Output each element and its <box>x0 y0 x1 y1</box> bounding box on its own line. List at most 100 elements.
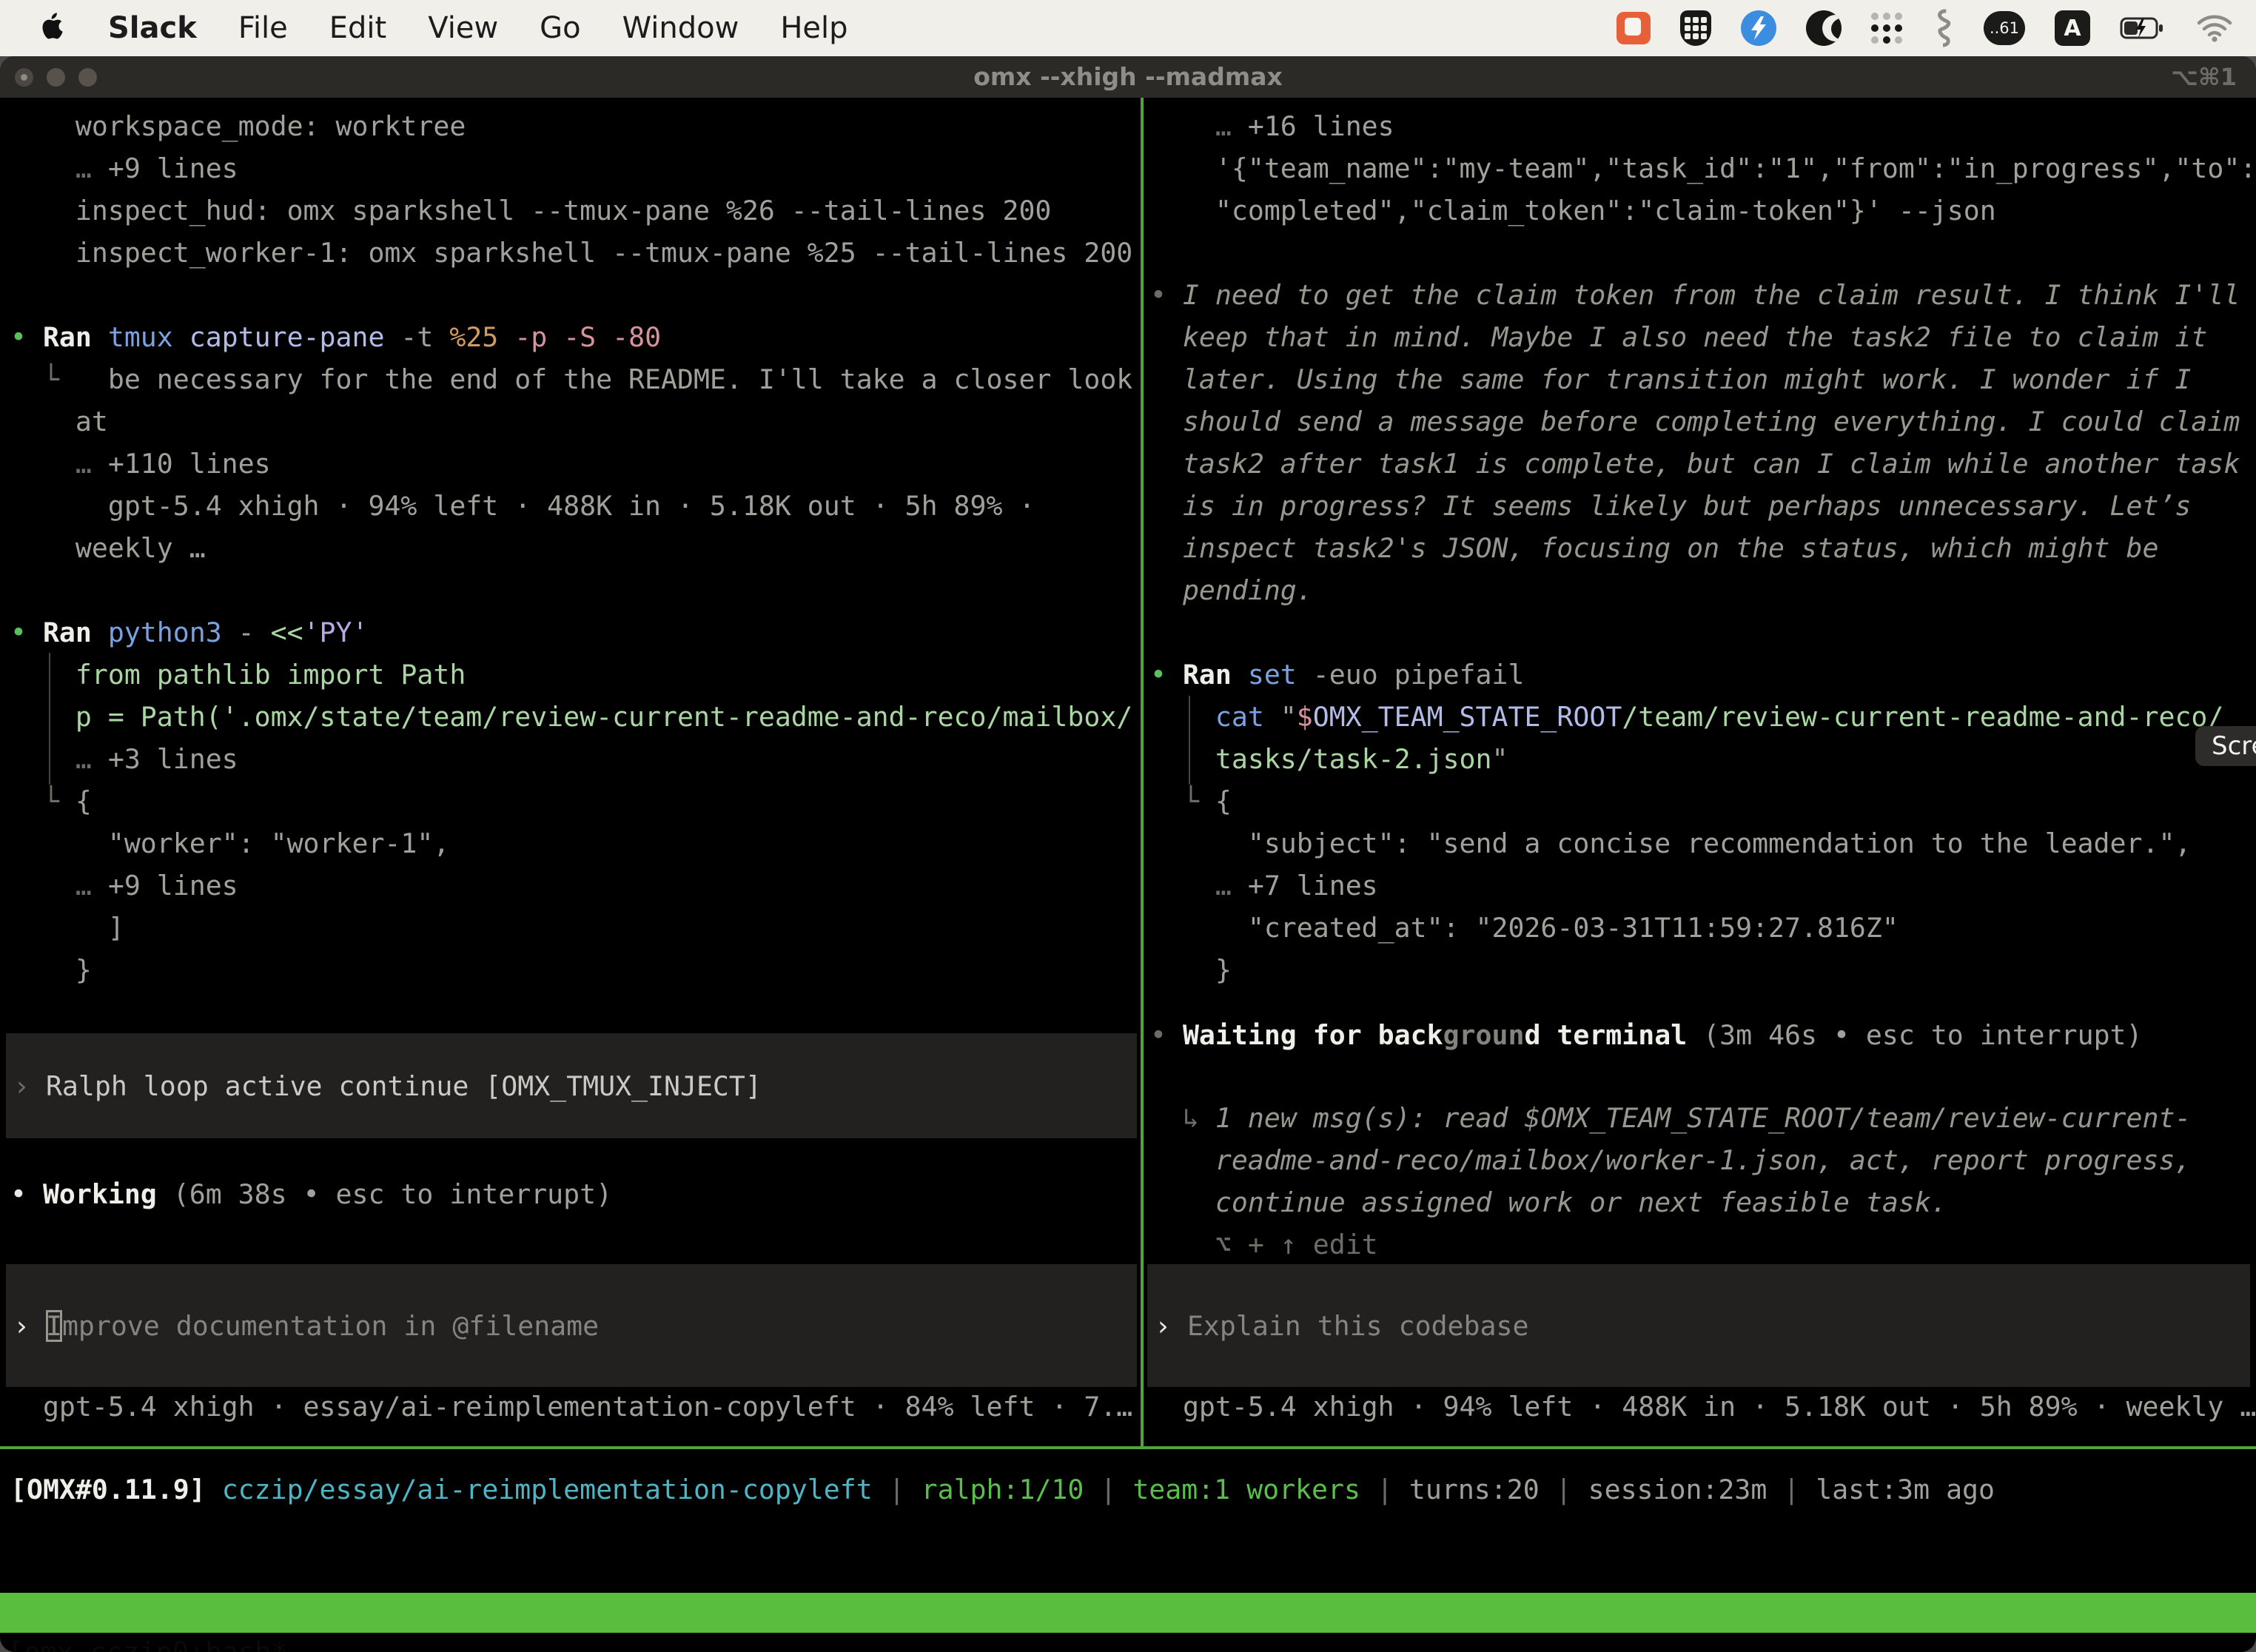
dots-grid-icon[interactable] <box>1871 13 1902 44</box>
text-segment: -euo pipefail <box>1313 659 1525 691</box>
menu-items: Slack File Edit View Go Window Help <box>108 11 848 45</box>
menu-item-help[interactable]: Help <box>780 11 847 45</box>
text-segment: › <box>13 1310 46 1342</box>
text-segment: Working <box>43 1178 173 1210</box>
text-segment: Ralph loop active continue [OMX_TMUX_INJ… <box>46 1070 762 1102</box>
chat-app-icon[interactable] <box>1617 12 1651 44</box>
output-guide-line <box>49 653 50 785</box>
menu-app-name[interactable]: Slack <box>108 11 197 45</box>
terminal-line: "subject": "send a concise recommendatio… <box>1150 822 2223 864</box>
terminal-line: • Ran set -euo pipefail <box>1150 654 2223 696</box>
text-segment: | <box>1556 1474 1588 1505</box>
pane-divider[interactable] <box>1141 98 1144 1446</box>
terminal-line: … +9 lines <box>10 864 1132 907</box>
terminal-line: ] <box>10 907 1132 949</box>
text-segment: └ <box>10 785 75 817</box>
text-segment: … <box>10 743 108 775</box>
text-segment: • <box>10 617 43 648</box>
terminal-line: } <box>10 949 1132 991</box>
right-pane-model-statusline: gpt-5.4 xhigh · 94% left · 488K in · 5.1… <box>1150 1386 2256 1428</box>
text-segment: Explain this codebase <box>1187 1310 1528 1342</box>
text-segment: | <box>1783 1474 1816 1505</box>
terminal-line: should send a message before completing … <box>1150 400 2240 443</box>
text-segment: -t <box>400 321 449 353</box>
text-segment: at <box>10 406 108 437</box>
right-pane-mailbox-note: ↳ 1 new msg(s): read $OMX_TEAM_STATE_ROO… <box>1150 1097 2191 1266</box>
battery-charging-icon[interactable] <box>2120 16 2166 41</box>
terminal-line: pending. <box>1150 569 2240 611</box>
text-segment: is in progress? It seems likely but perh… <box>1150 490 2191 522</box>
text-segment: capture-pane <box>189 321 401 353</box>
menu-item-edit[interactable]: Edit <box>329 11 386 45</box>
crescent-circle-icon[interactable] <box>1806 10 1842 46</box>
text-segment: -80 <box>612 321 661 353</box>
text-segment: … <box>1150 110 1248 142</box>
text-segment: " <box>1280 701 1297 733</box>
menu-item-window[interactable]: Window <box>622 11 739 45</box>
terminal-line: workspace_mode: worktree <box>10 105 1132 147</box>
left-pane-model-statusline: gpt-5.4 xhigh · essay/ai-reimplementatio… <box>10 1386 1132 1428</box>
text-segment: | <box>1377 1474 1409 1505</box>
text-segment: { <box>1215 785 1232 817</box>
shield-grid-icon[interactable] <box>1680 10 1711 46</box>
text-segment: +110 lines <box>108 448 271 480</box>
wifi-icon[interactable] <box>2195 13 2234 43</box>
text-segment: Ran <box>1183 659 1248 691</box>
text-segment: | <box>889 1474 921 1505</box>
text-segment: ] <box>10 912 124 944</box>
title-bar: omx --xhigh --madmax ⌥⌘1 <box>0 56 2256 98</box>
horizontal-separator <box>0 1446 2256 1449</box>
terminal-line: gpt-5.4 xhigh · essay/ai-reimplementatio… <box>10 1386 1132 1428</box>
bolt-circle-icon[interactable] <box>1741 10 1776 46</box>
badge-61-icon[interactable]: ..61 <box>1984 11 2025 45</box>
terminal-line: › Explain this codebase <box>1147 1305 1528 1347</box>
text-segment: "worker": "worker-1", <box>10 827 449 859</box>
left-pane-working-status: • Working (6m 38s • esc to interrupt) <box>10 1173 612 1215</box>
left-pane-prompt-input[interactable]: › Improve documentation in @filename <box>6 1264 1137 1387</box>
text-segment: groun <box>1443 1019 1525 1051</box>
text-segment: "created_at": "2026-03-31T11:59:27.816Z" <box>1150 912 1899 944</box>
terminal-window: omx --xhigh --madmax ⌥⌘1 workspace_mode:… <box>0 56 2256 1652</box>
menu-item-view[interactable]: View <box>428 11 498 45</box>
text-segment: (3m 46s • esc to interrupt) <box>1703 1019 2142 1051</box>
terminal-line: gpt-5.4 xhigh · 94% left · 488K in · 5.1… <box>1150 1386 2256 1428</box>
text-segment: Ran <box>43 617 108 648</box>
apple-menu-icon[interactable] <box>38 12 67 44</box>
text-segment: continue assigned work or next feasible … <box>1150 1186 1947 1218</box>
menu-status-icons: ..61 A <box>1617 9 2234 47</box>
text-segment: cat <box>1150 701 1280 733</box>
text-segment: team:1 workers <box>1132 1474 1377 1505</box>
keyboard-a-icon[interactable]: A <box>2055 10 2090 46</box>
text-segment: cczip/essay/ai-reimplementation-copyleft <box>222 1474 889 1505</box>
text-segment: } <box>1150 954 1232 986</box>
text-segment: └ <box>1150 785 1215 817</box>
text-segment: -S <box>563 321 612 353</box>
terminal-line: ↳ 1 new msg(s): read $OMX_TEAM_STATE_ROO… <box>1150 1097 2191 1139</box>
right-pane-prompt-input[interactable]: › Explain this codebase <box>1147 1264 2250 1387</box>
text-segment: I <box>46 1310 62 1342</box>
text-segment: later. Using the same for transition mig… <box>1150 363 2191 395</box>
terminal-line: … +9 lines <box>10 147 1132 189</box>
text-segment: "completed","claim_token":"claim-token"}… <box>1150 195 1996 226</box>
menu-item-file[interactable]: File <box>238 11 288 45</box>
text-segment: • <box>10 321 43 353</box>
text-segment: └ <box>10 363 108 395</box>
text-segment: ↳ <box>1150 1102 1215 1134</box>
text-segment: tasks/task-2.json <box>1150 743 1491 775</box>
text-segment: "subject": "send a concise recommendatio… <box>1150 827 2191 859</box>
window-title: omx --xhigh --madmax <box>0 56 2256 98</box>
text-segment: [OMX#0.11.9] <box>10 1474 222 1505</box>
text-segment: d terminal <box>1524 1019 1703 1051</box>
text-segment: I need to get the claim token from the c… <box>1183 279 2240 311</box>
menu-item-go[interactable]: Go <box>540 11 580 45</box>
tmux-status-bar: [omx-cczip0:bash* "MacBook-Pro-44.local"… <box>0 1593 2256 1633</box>
terminal-line: └ { <box>10 780 1132 822</box>
squiggle-icon[interactable] <box>1932 9 1954 47</box>
text-segment: +16 lines <box>1248 110 1394 142</box>
text-segment: pending. <box>1150 574 1313 606</box>
terminal-line: '{"team_name":"my-team","task_id":"1","f… <box>1150 147 2256 189</box>
terminal-line: continue assigned work or next feasible … <box>1150 1181 2191 1223</box>
terminal-line: at <box>10 400 1132 443</box>
terminal-line: └ { <box>1150 780 2223 822</box>
terminal-line: › Ralph loop active continue [OMX_TMUX_I… <box>6 1065 762 1107</box>
